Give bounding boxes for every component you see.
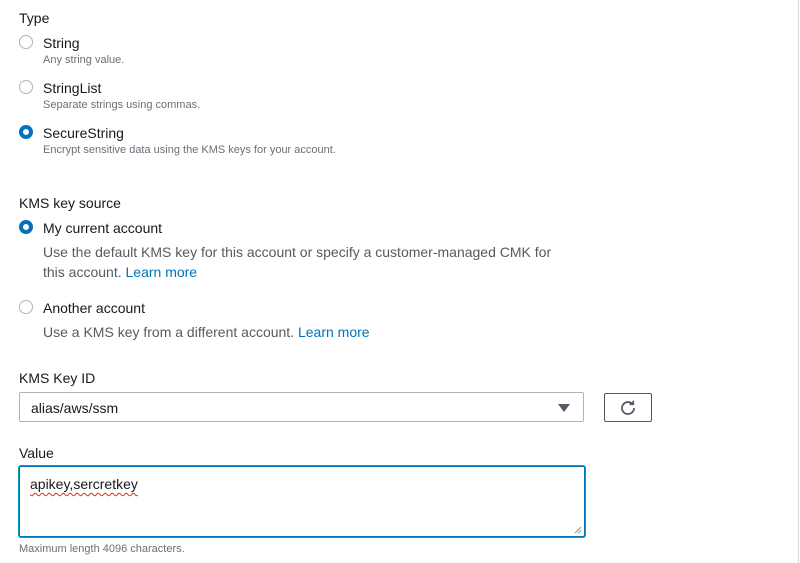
type-string-label[interactable]: String [43,35,80,51]
refresh-icon [621,400,635,415]
kms-key-id-select[interactable]: alias/aws/ssm [19,392,584,422]
kms-current-account-learn-more-link[interactable]: Learn more [126,264,198,280]
type-securestring-description: Encrypt sensitive data using the KMS key… [43,144,336,156]
parameter-form: Type String Any string value. StringList… [0,0,800,563]
kms-another-account-description-row: Use a KMS key from a different account. … [43,322,370,342]
kms-another-account-radio[interactable] [19,300,33,314]
value-text: apikey,sercretkey [30,476,138,492]
type-stringlist-description: Separate strings using commas. [43,99,201,111]
kms-key-id-label: KMS Key ID [19,370,96,386]
type-string-description: Any string value. [43,54,125,66]
resize-handle-icon[interactable] [574,526,582,534]
kms-another-account-learn-more-link[interactable]: Learn more [298,324,370,340]
value-label: Value [19,445,54,461]
kms-another-account-description: Use a KMS key from a different account. [43,324,295,340]
type-stringlist-radio[interactable] [19,80,33,94]
panel-divider [798,0,799,563]
kms-source-label: KMS key source [19,195,121,211]
type-string-radio[interactable] [19,35,33,49]
value-textarea[interactable]: apikey,sercretkey [19,466,585,537]
kms-key-id-selected-value: alias/aws/ssm [31,400,119,416]
kms-current-account-description-cont: this account. [43,264,122,280]
refresh-kms-keys-button[interactable] [604,393,652,422]
type-securestring-label[interactable]: SecureString [43,125,124,141]
type-securestring-radio[interactable] [19,125,33,139]
value-hint: Maximum length 4096 characters. [19,543,185,555]
kms-current-account-label[interactable]: My current account [43,220,162,236]
kms-current-account-radio[interactable] [19,220,33,234]
kms-current-account-description-line2: this account. Learn more [43,262,197,282]
caret-down-icon [558,404,570,412]
kms-another-account-label[interactable]: Another account [43,300,145,316]
kms-current-account-description: Use the default KMS key for this account… [43,244,552,260]
type-stringlist-label[interactable]: StringList [43,80,101,96]
type-label: Type [19,10,50,26]
